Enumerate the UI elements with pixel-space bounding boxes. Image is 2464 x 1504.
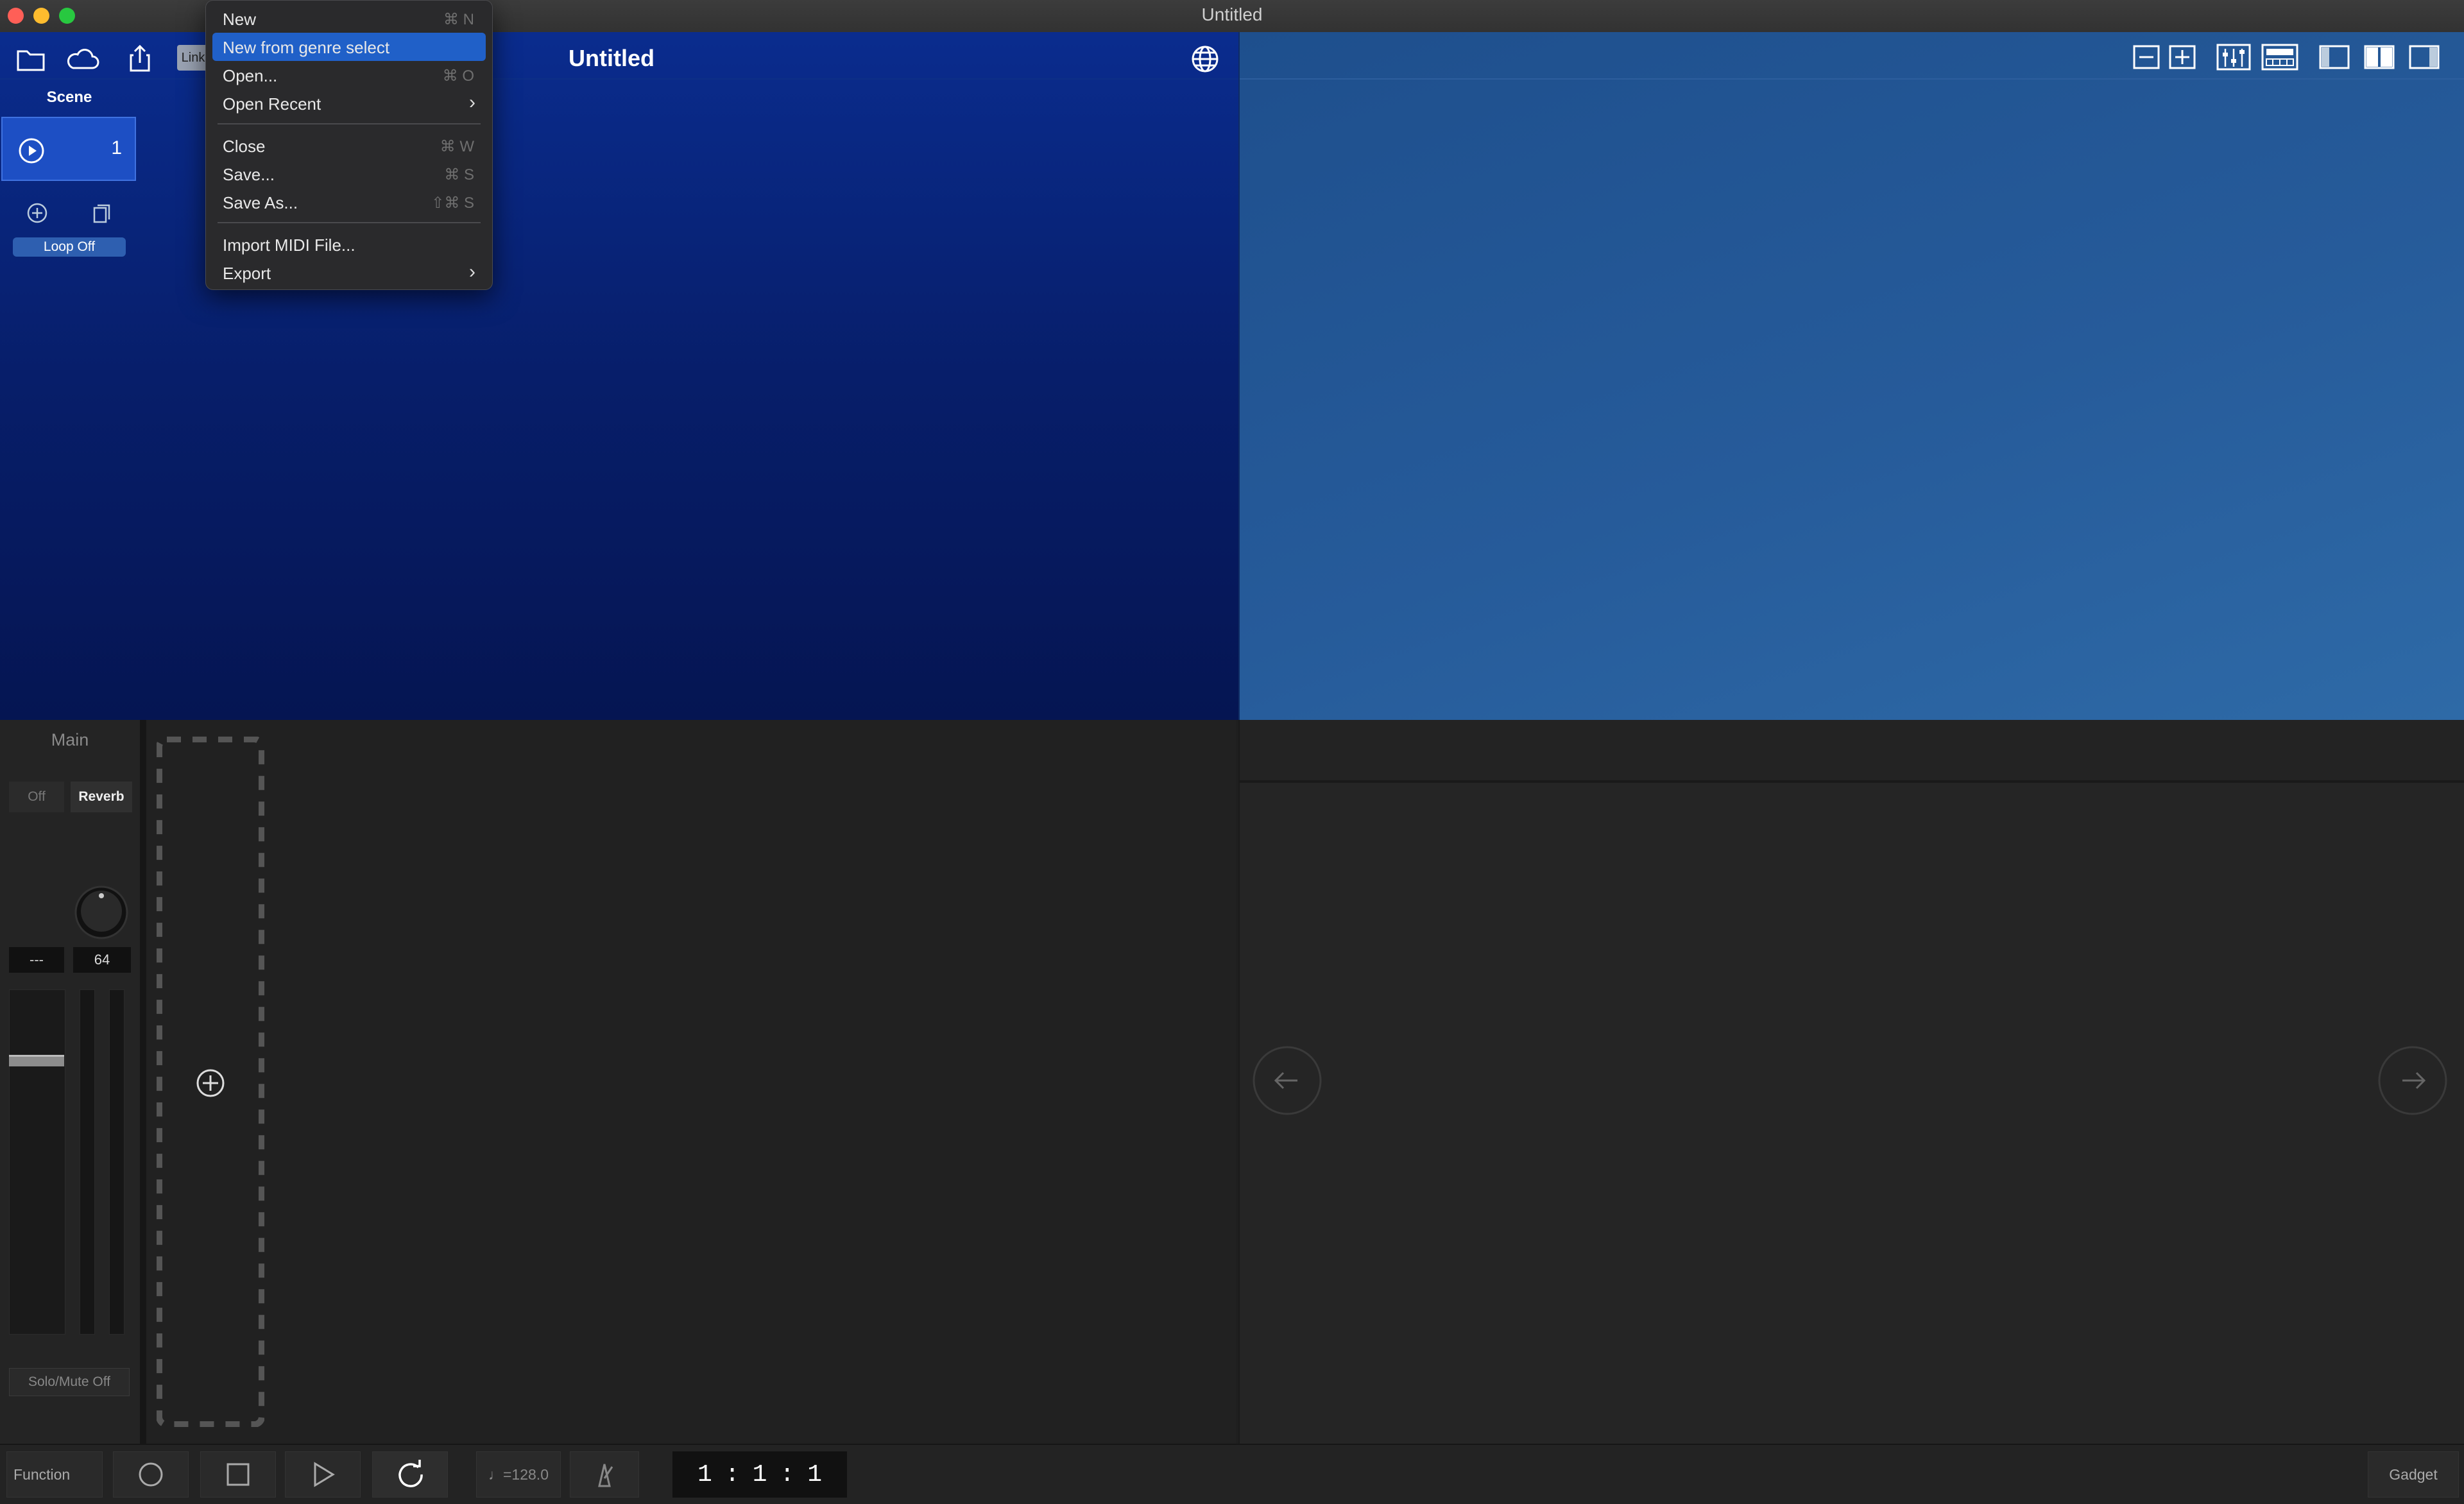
menu-item-export[interactable]: Export › — [212, 259, 486, 287]
transport-bar: Function ♩=128.0 1 : 1 : 1 Gadget — [0, 1444, 2464, 1504]
play-button[interactable] — [285, 1451, 361, 1498]
zoom-in-icon[interactable] — [2168, 41, 2197, 73]
menu-item-shortcut: ⌘ S — [444, 166, 474, 184]
volume-value: --- — [9, 947, 64, 973]
metronome-icon — [598, 1464, 613, 1487]
tempo-display[interactable]: ♩=128.0 — [476, 1451, 561, 1498]
gadget-header-bar — [1240, 720, 2464, 783]
menu-item-new[interactable]: New ⌘ N — [212, 4, 486, 33]
add-scene-icon[interactable] — [24, 200, 50, 226]
level-meter-left — [80, 989, 95, 1335]
position-separator: : — [780, 1460, 795, 1489]
loop-button[interactable] — [372, 1451, 448, 1498]
zoom-out-icon[interactable] — [2132, 41, 2161, 73]
duplicate-scene-icon[interactable] — [89, 200, 114, 226]
menu-item-shortcut: ⇧⌘ S — [431, 194, 474, 212]
share-icon[interactable] — [122, 41, 158, 77]
menu-item-shortcut: ⌘ W — [440, 138, 474, 155]
globe-icon[interactable] — [1187, 41, 1223, 77]
next-arrow-icon[interactable] — [2378, 1046, 2447, 1115]
menu-item-label: New from genre select — [223, 38, 390, 57]
position-separator: : — [724, 1460, 740, 1489]
record-button[interactable] — [113, 1451, 189, 1498]
function-button[interactable]: Function — [6, 1451, 103, 1498]
stop-button[interactable] — [200, 1451, 276, 1498]
menu-item-new-from-genre[interactable]: New from genre select — [212, 33, 486, 61]
song-title: Untitled — [569, 45, 654, 71]
arranger-panel: Link Untitled Scene 1 Loop Off — [0, 32, 1238, 720]
menu-item-open-recent[interactable]: Open Recent › — [212, 89, 486, 117]
mixer-panel: Main Off Reverb --- 64 Solo/Mute Off — [0, 720, 1236, 1444]
stop-icon — [227, 1463, 250, 1486]
scene-cell[interactable]: 1 — [1, 117, 136, 181]
menu-item-save[interactable]: Save... ⌘ S — [212, 160, 486, 188]
loop-icon — [398, 1460, 423, 1487]
menu-separator — [218, 222, 481, 223]
menu-item-label: Open Recent — [223, 94, 321, 114]
layout-left-icon[interactable] — [2318, 41, 2351, 73]
position-tick: 1 — [807, 1460, 823, 1489]
reverb-value: 64 — [73, 947, 131, 973]
submenu-arrow-icon: › — [469, 261, 475, 282]
scene-number: 1 — [111, 137, 122, 158]
toolbar-divider — [0, 78, 1238, 80]
menu-item-save-as[interactable]: Save As... ⇧⌘ S — [212, 188, 486, 216]
cloud-icon[interactable] — [64, 41, 100, 77]
keyboard-icon[interactable] — [2260, 41, 2300, 73]
submenu-arrow-icon: › — [469, 92, 475, 113]
add-track-icon[interactable] — [195, 1068, 226, 1098]
menu-item-import-midi[interactable]: Import MIDI File... — [212, 230, 486, 259]
song-position-display: 1 : 1 : 1 — [672, 1451, 847, 1498]
loop-toggle-button[interactable]: Loop Off — [13, 237, 126, 257]
record-icon — [139, 1462, 163, 1487]
layout-split-icon[interactable] — [2363, 41, 2396, 73]
file-menu-dropdown: New ⌘ N New from genre select Open... ⌘ … — [205, 0, 493, 290]
previous-arrow-icon[interactable] — [1253, 1046, 1322, 1115]
position-bar: 1 — [697, 1460, 712, 1489]
solo-mute-button[interactable]: Solo/Mute Off — [9, 1368, 130, 1396]
send-off-button[interactable]: Off — [9, 782, 64, 812]
reverb-knob[interactable] — [72, 883, 131, 942]
folder-icon[interactable] — [13, 41, 49, 77]
menu-item-label: Open... — [223, 66, 278, 85]
menu-separator — [218, 123, 481, 124]
send-reverb-button[interactable]: Reverb — [71, 782, 132, 812]
gadget-view-panel — [1238, 32, 2464, 720]
gadget-panel — [1238, 720, 2464, 1444]
metronome-button[interactable] — [570, 1451, 639, 1498]
menu-item-label: Close — [223, 137, 266, 156]
play-icon — [314, 1462, 335, 1487]
scene-play-icon[interactable] — [17, 136, 46, 166]
volume-fader-track[interactable] — [9, 989, 65, 1335]
gadget-button[interactable]: Gadget — [2368, 1451, 2459, 1498]
menu-item-label: Import MIDI File... — [223, 235, 355, 255]
link-button[interactable]: Link — [177, 45, 209, 71]
menu-item-shortcut: ⌘ O — [442, 67, 474, 85]
position-beat: 1 — [752, 1460, 767, 1489]
right-toolbar-divider — [1240, 78, 2464, 80]
menu-item-label: Save... — [223, 165, 275, 184]
menu-item-open[interactable]: Open... ⌘ O — [212, 61, 486, 89]
main-channel-label: Main — [51, 730, 89, 749]
mixer-icon[interactable] — [2215, 41, 2252, 73]
main-channel-strip: Main Off Reverb --- 64 Solo/Mute Off — [0, 720, 146, 1444]
menu-item-label: Export — [223, 264, 271, 283]
layout-right-icon[interactable] — [2408, 41, 2441, 73]
volume-fader-handle[interactable] — [9, 1055, 64, 1066]
menu-item-label: Save As... — [223, 193, 298, 212]
menu-item-close[interactable]: Close ⌘ W — [212, 132, 486, 160]
level-meter-right — [109, 989, 124, 1335]
menu-item-shortcut: ⌘ N — [443, 11, 474, 28]
menu-item-label: New — [223, 10, 257, 29]
scene-header: Scene — [46, 89, 92, 106]
